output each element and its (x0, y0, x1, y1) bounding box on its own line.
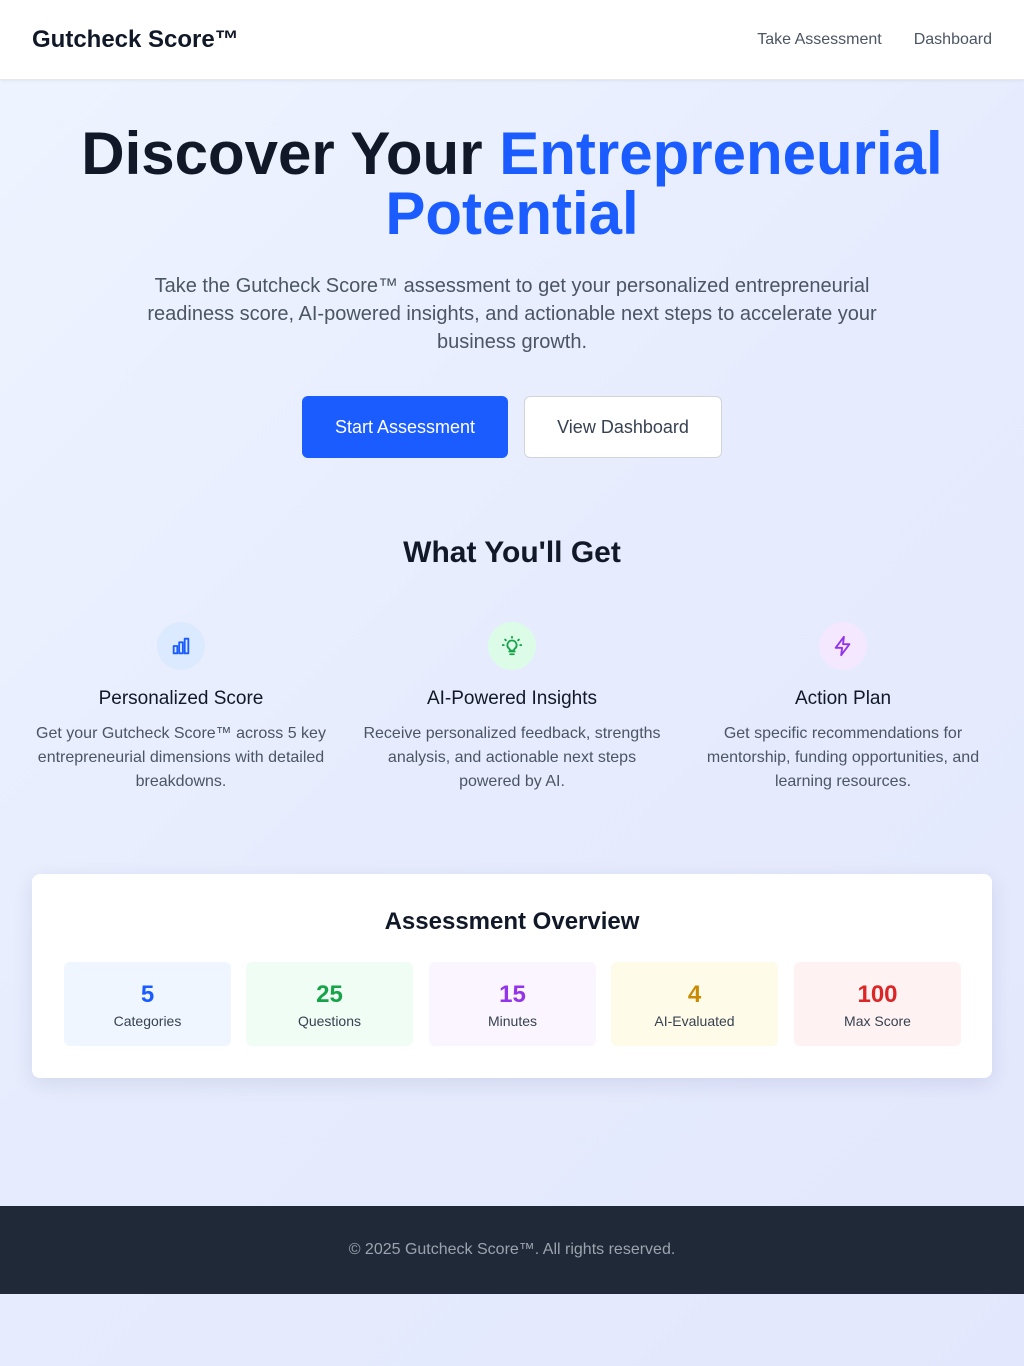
stat-value: 5 (140, 981, 155, 1008)
stat-ai-evaluated: 4 AI-Evaluated (611, 962, 778, 1046)
brand-logo[interactable]: Gutcheck Score™ (32, 26, 239, 54)
stat-value: 100 (857, 981, 898, 1008)
nav-dashboard[interactable]: Dashboard (914, 31, 992, 49)
feature-title: AI-Powered Insights (426, 688, 598, 709)
stat-label: Categories (113, 1013, 182, 1029)
lightning-icon (819, 622, 867, 670)
feature-description: Get your Gutcheck Score™ across 5 key en… (36, 725, 326, 790)
stat-label: Questions (297, 1013, 362, 1029)
stat-minutes: 15 Minutes (429, 962, 596, 1046)
feature-title: Action Plan (794, 688, 892, 709)
nav-links: Take Assessment Dashboard (757, 31, 992, 49)
stat-max-score: 100 Max Score (794, 962, 961, 1046)
stat-label: AI-Evaluated (654, 1013, 735, 1029)
hero-title-plain: Discover Your (81, 120, 500, 187)
page-footer: © 2025 Gutcheck Score™. All rights reser… (0, 1206, 1024, 1294)
features-title: What You'll Get (403, 536, 621, 569)
stat-value: 25 (316, 981, 343, 1008)
stat-label: Minutes (487, 1013, 538, 1029)
stat-categories: 5 Categories (64, 962, 231, 1046)
hero-title-accent-2: Potential (385, 180, 639, 247)
feature-action-plan: Action Plan Get specific recommendations… (688, 622, 998, 794)
hero-subtitle: Take the Gutcheck Score™ assessment to g… (147, 275, 877, 353)
feature-description: Receive personalized feedback, strengths… (363, 725, 661, 790)
footer-copyright: © 2025 Gutcheck Score™. All rights reser… (348, 1241, 676, 1258)
start-assessment-button[interactable]: Start Assessment (302, 396, 508, 458)
assessment-overview-card: Assessment Overview 5 Categories 25 Ques… (32, 874, 992, 1078)
stat-value: 15 (499, 981, 526, 1008)
hero-title: Discover Your Entrepreneurial Potential (0, 124, 1024, 244)
feature-title: Personalized Score (98, 688, 264, 709)
feature-description: Get specific recommendations for mentors… (706, 725, 980, 790)
hero-title-accent-1: Entrepreneurial (499, 120, 943, 187)
stat-label: Max Score (844, 1013, 911, 1029)
feature-personalized-score: Personalized Score Get your Gutcheck Sco… (26, 622, 336, 794)
stat-questions: 25 Questions (246, 962, 413, 1046)
stat-value: 4 (687, 981, 702, 1008)
nav-take-assessment[interactable]: Take Assessment (757, 31, 882, 49)
bar-chart-icon (157, 622, 205, 670)
lightbulb-icon (488, 622, 536, 670)
feature-ai-insights: AI-Powered Insights Receive personalized… (357, 622, 667, 794)
view-dashboard-button[interactable]: View Dashboard (524, 396, 722, 458)
overview-title: Assessment Overview (384, 908, 640, 935)
top-navbar: Gutcheck Score™ Take Assessment Dashboar… (0, 0, 1024, 80)
